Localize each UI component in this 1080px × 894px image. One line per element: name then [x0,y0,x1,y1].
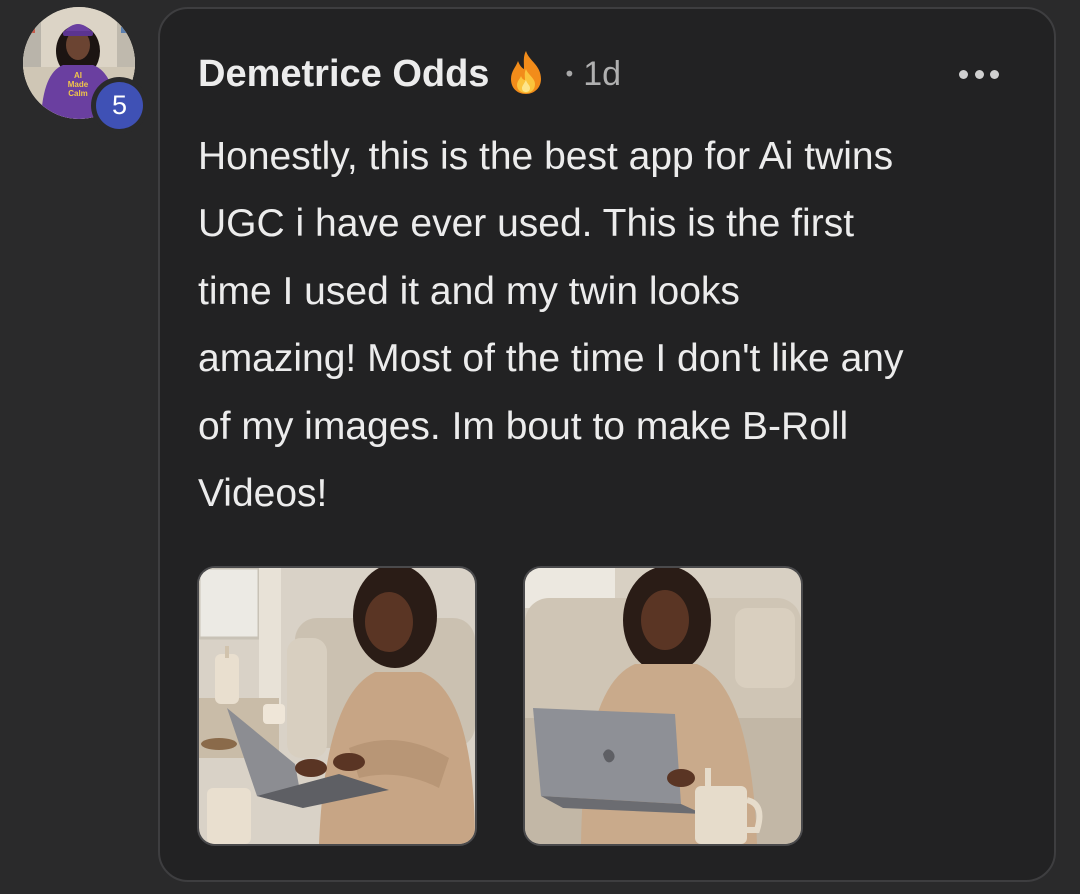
comment-thread: AI Made Calm 5 Demetrice Odds • 1d Hones… [0,0,1080,894]
attached-image-2[interactable] [523,566,803,846]
comment-header: Demetrice Odds • 1d [198,49,621,99]
svg-text:Calm: Calm [68,89,88,98]
more-options-icon[interactable] [959,61,999,87]
time-separator: • [563,62,576,86]
comment-body: Honestly, this is the best app for Ai tw… [198,135,904,516]
attached-image-1[interactable] [197,566,477,846]
comment-card: Demetrice Odds • 1d Honestly, this is th… [158,7,1056,882]
level-badge: 5 [91,77,148,134]
level-badge-count: 5 [96,82,143,129]
svg-text:AI: AI [74,71,82,80]
fire-icon [505,49,547,99]
author-name[interactable]: Demetrice Odds [198,53,489,96]
svg-text:Made: Made [68,80,89,89]
comment-timestamp: 1d [583,54,622,93]
